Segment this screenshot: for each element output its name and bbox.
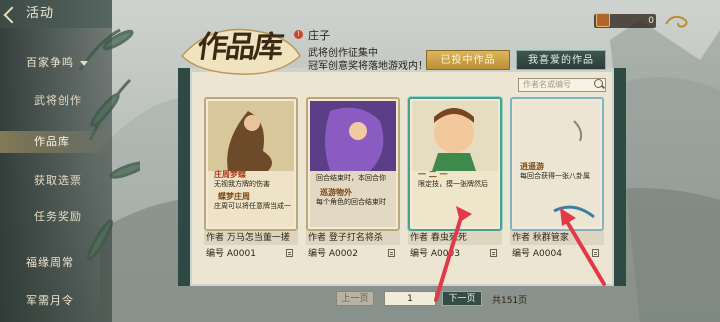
- annotation-arrows: [434, 206, 606, 302]
- annotation-arrow: [434, 212, 464, 302]
- annotation-arrow: [564, 218, 606, 286]
